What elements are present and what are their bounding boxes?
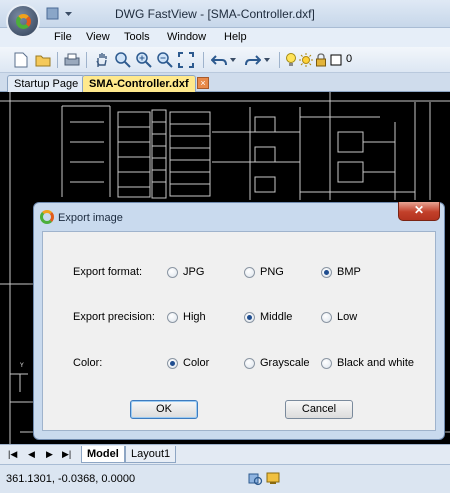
option-label: JPG (183, 266, 205, 278)
display-settings-icon[interactable] (266, 471, 281, 486)
layout-tab-bar: |◀ ◀ ▶ ▶| Model Layout1 (0, 444, 450, 464)
radio-button[interactable] (321, 357, 332, 369)
toolbar-separator (86, 52, 87, 68)
document-tab-bar: Startup Page SMA-Controller.dxf × (0, 73, 450, 92)
option-label: Middle (260, 311, 293, 323)
layer-color-swatch-icon[interactable] (329, 51, 343, 69)
layer-name[interactable]: 0 (346, 53, 352, 65)
menu-window[interactable]: Window (167, 31, 206, 43)
color-color-radio[interactable]: Color (167, 357, 209, 369)
menu-bar: File View Tools Window Help (0, 28, 450, 47)
next-tab-icon[interactable]: ▶ (46, 449, 53, 460)
close-dialog-button[interactable]: ✕ (398, 202, 440, 221)
snap-icon[interactable] (248, 471, 263, 486)
tab-model-label: Model (87, 448, 119, 460)
radio-button-selected[interactable] (244, 311, 255, 323)
menu-view[interactable]: View (86, 31, 110, 43)
precision-middle-radio[interactable]: Middle (244, 311, 292, 323)
format-png-radio[interactable]: PNG (244, 266, 284, 278)
new-file-icon[interactable] (12, 51, 30, 69)
precision-high-radio[interactable]: High (167, 311, 206, 323)
export-precision-label: Export precision: (73, 311, 155, 323)
radio-button[interactable] (167, 311, 178, 323)
zoom-in-icon[interactable] (135, 51, 153, 69)
option-label: Grayscale (260, 357, 310, 369)
status-bar: 361.1301, -0.0368, 0.0000 (0, 464, 450, 493)
dialog-body: Export format: JPG PNG BMP Export precis… (42, 231, 436, 431)
radio-button[interactable] (167, 266, 178, 278)
precision-low-radio[interactable]: Low (321, 311, 357, 323)
redo-icon[interactable] (244, 51, 262, 69)
toolbar: 0 (0, 47, 450, 73)
color-label: Color: (73, 357, 103, 369)
app-icon (40, 210, 54, 224)
print-icon[interactable] (63, 51, 81, 69)
color-grayscale-radio[interactable]: Grayscale (244, 357, 310, 369)
dialog-title: Export image (58, 212, 123, 224)
tab-layout1[interactable]: Layout1 (125, 446, 177, 463)
light-bulb-icon[interactable] (284, 51, 298, 69)
ok-button[interactable]: OK (130, 400, 198, 419)
zoom-out-icon[interactable] (156, 51, 174, 69)
menu-tools[interactable]: Tools (124, 31, 150, 43)
quick-access-dropdown-icon[interactable] (62, 7, 75, 20)
toolbar-separator (279, 52, 280, 68)
radio-button[interactable] (321, 311, 332, 323)
tab-model[interactable]: Model (81, 446, 125, 463)
radio-button[interactable] (244, 357, 255, 369)
lock-icon[interactable] (314, 51, 328, 69)
menu-help-label: Help (224, 31, 247, 43)
option-label: Low (337, 311, 358, 323)
quick-access-icon[interactable] (46, 7, 59, 20)
export-format-label: Export format: (73, 266, 143, 278)
radio-button-selected[interactable] (167, 357, 178, 369)
cancel-button[interactable]: Cancel (285, 400, 353, 419)
tab-startup-page[interactable]: Startup Page (7, 75, 86, 92)
app-logo-button[interactable] (6, 4, 40, 38)
sun-icon[interactable] (299, 51, 313, 69)
zoom-extents-icon[interactable] (177, 51, 195, 69)
radio-button-selected[interactable] (321, 266, 332, 278)
prev-tab-icon[interactable]: ◀ (28, 449, 35, 460)
option-label: Black and white (337, 357, 415, 369)
tab-sma-controller[interactable]: SMA-Controller.dxf (82, 75, 196, 92)
zoom-window-icon[interactable] (114, 51, 132, 69)
option-label: BMP (337, 266, 361, 278)
tab-startup-page-label: Startup Page (14, 78, 79, 90)
first-tab-icon[interactable]: |◀ (8, 449, 17, 460)
tab-layout1-label: Layout1 (131, 448, 171, 460)
option-label: High (183, 311, 206, 323)
menu-help[interactable]: Help (224, 31, 247, 43)
close-tab-icon[interactable]: × (197, 77, 209, 89)
tab-sma-controller-label: SMA-Controller.dxf (89, 78, 189, 90)
open-folder-icon[interactable] (34, 51, 52, 69)
format-bmp-radio[interactable]: BMP (321, 266, 361, 278)
redo-dropdown-icon[interactable] (262, 51, 272, 69)
title-bar: DWG FastView - [SMA-Controller.dxf] (0, 0, 450, 28)
option-label: PNG (260, 266, 284, 278)
menu-file[interactable]: File (54, 31, 72, 43)
undo-dropdown-icon[interactable] (228, 51, 238, 69)
option-label: Color (183, 357, 210, 369)
color-black-and-white-radio[interactable]: Black and white (321, 357, 414, 369)
svg-text:Y: Y (19, 362, 24, 369)
close-icon: ✕ (413, 203, 425, 217)
cursor-coordinates: 361.1301, -0.0368, 0.0000 (6, 473, 136, 485)
toolbar-separator (203, 52, 204, 68)
menu-file-label: File (54, 31, 72, 43)
last-tab-icon[interactable]: ▶| (62, 449, 71, 460)
toolbar-separator (57, 52, 58, 68)
menu-tools-label: Tools (124, 31, 150, 43)
radio-button[interactable] (244, 266, 255, 278)
undo-icon[interactable] (210, 51, 228, 69)
menu-view-label: View (86, 31, 110, 43)
export-image-dialog: Export image ✕ Export format: JPG PNG BM… (33, 202, 445, 440)
window-title: DWG FastView - [SMA-Controller.dxf] (115, 7, 315, 21)
format-jpg-radio[interactable]: JPG (167, 266, 204, 278)
menu-window-label: Window (167, 31, 207, 43)
pan-hand-icon[interactable] (92, 51, 110, 69)
